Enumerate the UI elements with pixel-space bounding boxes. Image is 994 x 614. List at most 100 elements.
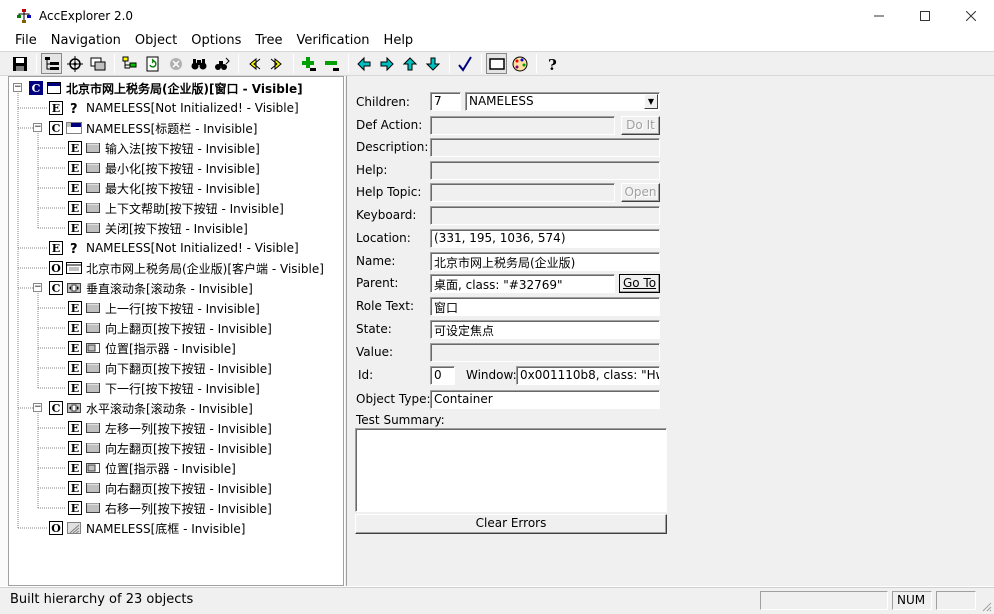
tree-node[interactable]: C 垂直滚动条[滚动条 - Invisible] — [49, 278, 253, 298]
collapse-toggle-icon[interactable]: − — [33, 403, 42, 412]
tree-node[interactable]: E 向左翻页[按下按钮 - Invisible] — [68, 438, 272, 458]
test-summary-area[interactable] — [355, 428, 667, 512]
go-to-button[interactable]: Go To — [619, 274, 660, 293]
refresh-button[interactable] — [142, 53, 163, 74]
next-button[interactable] — [266, 53, 287, 74]
minimize-button[interactable] — [856, 0, 902, 31]
tree-node[interactable]: E 向下翻页[按下按钮 - Invisible] — [68, 358, 272, 378]
scrollbar-icon — [66, 401, 82, 415]
help-button[interactable]: ? — [541, 53, 562, 74]
parent-field[interactable]: 桌面, class: "#32769" — [430, 274, 615, 293]
color-button[interactable] — [509, 53, 530, 74]
highlight-button[interactable] — [87, 53, 108, 74]
menu-tree[interactable]: Tree — [248, 32, 289, 50]
window-field[interactable]: 0x001110b8, class: "HwndW — [516, 366, 660, 385]
tree-node[interactable]: E? NAMELESS[Not Initialized! - Visible] — [49, 238, 299, 258]
role-e-badge-icon: E — [68, 441, 82, 455]
def-action-label: Def Action: — [356, 118, 423, 132]
menu-verification[interactable]: Verification — [290, 32, 377, 50]
collapse-toggle-icon[interactable]: − — [33, 123, 42, 132]
object-tree[interactable]: C 北京市网上税务局(企业版)[窗口 - Visible] − E? NAMELESS[… — [8, 76, 344, 586]
state-field[interactable]: 可设定焦点 — [430, 320, 660, 339]
tree-node[interactable]: C 水平滚动条[滚动条 - Invisible] — [49, 398, 253, 418]
titlebar-icon — [66, 121, 82, 135]
menu-navigation[interactable]: Navigation — [44, 32, 128, 50]
role-e-badge-icon: E — [68, 501, 82, 515]
name-field[interactable]: 北京市网上税务局(企业版) — [430, 252, 660, 271]
tree-node-label: 上下文帮助[按下按钮 - Invisible] — [105, 201, 284, 216]
navigate-up-button[interactable] — [399, 53, 420, 74]
collapse-toggle-icon[interactable]: − — [13, 83, 22, 92]
expand-button[interactable] — [298, 53, 319, 74]
find-button[interactable] — [188, 53, 209, 74]
tree-node[interactable]: E 向上翻页[按下按钮 - Invisible] — [68, 318, 272, 338]
tree-node[interactable]: E 位置[指示器 - Invisible] — [68, 458, 236, 478]
navigate-down-button[interactable] — [422, 53, 443, 74]
arrow-left-double-icon — [248, 57, 260, 70]
clear-errors-button[interactable]: Clear Errors — [355, 514, 667, 534]
navigate-tree-button[interactable] — [119, 53, 140, 74]
tree-node-label: 位置[指示器 - Invisible] — [105, 461, 236, 476]
children-count-field[interactable]: 7 — [430, 92, 461, 111]
navigate-left-button[interactable] — [353, 53, 374, 74]
binoculars-icon — [191, 58, 206, 69]
role-text-field[interactable]: 窗口 — [430, 297, 660, 316]
menu-help[interactable]: Help — [377, 32, 421, 50]
collapse-button[interactable] — [321, 53, 342, 74]
children-select[interactable]: NAMELESS ▼ — [465, 92, 660, 111]
maximize-button[interactable] — [902, 0, 948, 31]
minimize-icon — [874, 15, 884, 16]
title-bar[interactable]: AccExplorer 2.0 — [0, 0, 994, 31]
tree-node[interactable]: E 位置[指示器 - Invisible] — [68, 338, 236, 358]
chevron-down-icon[interactable]: ▼ — [644, 94, 658, 109]
tree-node[interactable]: E 输入法[按下按钮 - Invisible] — [68, 138, 260, 158]
previous-button[interactable] — [243, 53, 264, 74]
do-it-button[interactable]: Do It — [621, 116, 660, 135]
tree-node-label: 下一行[按下按钮 - Invisible] — [105, 381, 260, 396]
tree-node[interactable]: E 最大化[按下按钮 - Invisible] — [68, 178, 260, 198]
tree-node[interactable]: E 下一行[按下按钮 - Invisible] — [68, 378, 260, 398]
tree-node[interactable]: E 右移一列[按下按钮 - Invisible] — [68, 498, 272, 518]
tree-node[interactable]: E 左移一列[按下按钮 - Invisible] — [68, 418, 272, 438]
tree-node-label: 向右翻页[按下按钮 - Invisible] — [105, 481, 272, 496]
save-button[interactable] — [9, 53, 30, 74]
tree-node[interactable]: E 上一行[按下按钮 - Invisible] — [68, 298, 260, 318]
role-e-badge-icon: E — [68, 321, 82, 335]
toolbar-separator — [238, 54, 239, 73]
menu-options[interactable]: Options — [184, 32, 248, 50]
verify-button[interactable] — [454, 53, 475, 74]
id-field[interactable]: 0 — [430, 366, 455, 385]
tree-node[interactable]: O 北京市网上税务局(企业版)[客户端 - Visible] — [49, 258, 324, 278]
tree-node[interactable]: E 关闭[按下按钮 - Invisible] — [68, 218, 248, 238]
tree-node[interactable]: C NAMELESS[标题栏 - Invisible] — [49, 118, 257, 138]
tree-node[interactable]: E? NAMELESS[Not Initialized! - Visible] — [49, 98, 299, 118]
help-field — [430, 161, 660, 180]
resize-grip-icon[interactable] — [980, 600, 992, 612]
tree-node[interactable]: E 上下文帮助[按下按钮 - Invisible] — [68, 198, 284, 218]
tree-node-label: 输入法[按下按钮 - Invisible] — [105, 141, 260, 156]
arrow-right-double-icon — [270, 57, 282, 70]
find-next-button[interactable] — [211, 53, 232, 74]
crosshair-icon — [66, 55, 83, 72]
tree-node[interactable]: E 向右翻页[按下按钮 - Invisible] — [68, 478, 272, 498]
tree-node[interactable]: C 北京市网上税务局(企业版)[窗口 - Visible] — [29, 78, 303, 98]
open-button[interactable]: Open — [621, 183, 660, 202]
close-button[interactable] — [948, 0, 994, 31]
show-rectangle-button[interactable] — [486, 53, 507, 74]
location-field[interactable]: (331, 195, 1036, 574) — [430, 229, 660, 248]
menu-file[interactable]: File — [8, 32, 44, 50]
collapse-toggle-icon[interactable]: − — [33, 283, 42, 292]
stop-button[interactable] — [165, 53, 186, 74]
tree-node-label: 北京市网上税务局(企业版)[窗口 - Visible] — [66, 79, 303, 97]
menu-object[interactable]: Object — [128, 32, 184, 50]
navigate-right-button[interactable] — [376, 53, 397, 74]
role-e-badge-icon: E — [68, 201, 82, 215]
svg-text:?: ? — [548, 56, 557, 72]
checkmark-icon — [457, 55, 472, 72]
location-label: Location: — [356, 231, 411, 245]
crosshair-button[interactable] — [64, 53, 85, 74]
show-tree-button[interactable] — [41, 53, 62, 74]
object-type-field[interactable]: Container — [430, 390, 660, 409]
tree-node[interactable]: E 最小化[按下按钮 - Invisible] — [68, 158, 260, 178]
tree-node[interactable]: O NAMELESS[底框 - Invisible] — [49, 518, 245, 538]
